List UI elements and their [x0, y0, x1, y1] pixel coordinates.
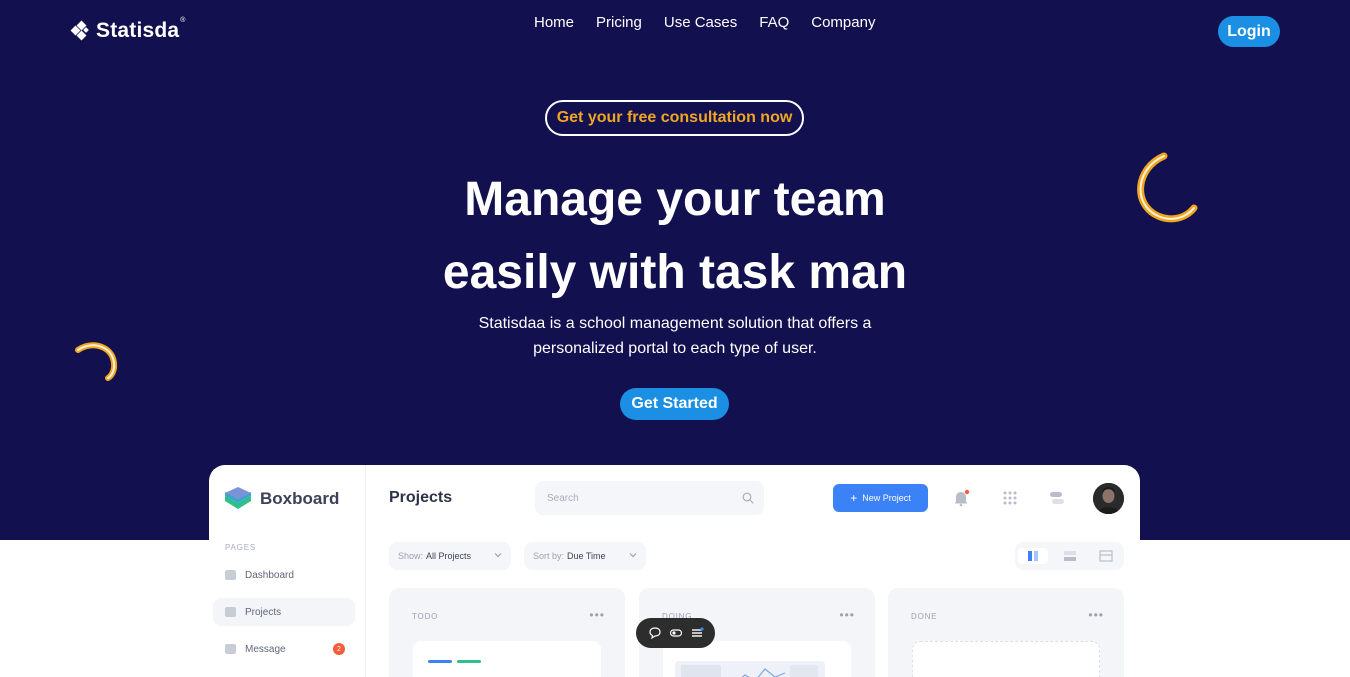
- table-view-icon: [1099, 550, 1113, 562]
- logo-diamond-icon: [70, 20, 92, 41]
- chevron-down-icon: [494, 553, 502, 558]
- search-input[interactable]: Search: [535, 481, 764, 515]
- sort-filter-value: Due Time: [567, 551, 606, 561]
- columns-view-icon: [1028, 551, 1038, 561]
- boxboard-stack-icon: [225, 487, 251, 509]
- kanban-column-todo: TODO •••: [389, 588, 625, 677]
- board-view-button[interactable]: [1018, 548, 1048, 564]
- column-title: DONE: [911, 612, 938, 621]
- view-switcher: [1015, 542, 1124, 570]
- avatar-portrait-icon: [1093, 483, 1124, 514]
- show-filter-value: All Projects: [426, 551, 472, 561]
- toggle-settings-icon[interactable]: [1048, 489, 1066, 507]
- new-project-button[interactable]: + New Project: [833, 484, 928, 512]
- rows-view-icon: [1064, 551, 1076, 561]
- boxboard-logo: Boxboard: [224, 485, 339, 513]
- pages-section-label: PAGES: [225, 543, 256, 552]
- main-nav: Home Pricing Use Cases FAQ Company: [523, 14, 886, 32]
- sidebar-item-dashboard[interactable]: Dashboard: [213, 561, 355, 589]
- empty-card-slot[interactable]: [912, 641, 1100, 677]
- sidebar-item-projects[interactable]: Projects: [213, 598, 355, 626]
- subline-line-2: personalized portal to each type of user…: [533, 340, 817, 357]
- user-avatar[interactable]: [1093, 483, 1124, 514]
- consultation-pill-button[interactable]: Get your free consultation now: [545, 100, 804, 136]
- sidebar-item-label: Message: [245, 643, 286, 655]
- card-progress-tags: [428, 660, 481, 663]
- login-button[interactable]: Login: [1218, 16, 1280, 47]
- decorative-arc-left-icon: [75, 342, 118, 381]
- kanban-column-done: DONE •••: [888, 588, 1124, 677]
- comment-icon[interactable]: [648, 626, 662, 640]
- menu-list-icon[interactable]: [690, 626, 704, 640]
- headline-line-1: Manage your team: [464, 173, 886, 226]
- card-preview-image: [675, 661, 825, 677]
- decorative-arc-right-icon: [1137, 152, 1198, 223]
- new-project-label: New Project: [862, 493, 911, 503]
- more-options-icon[interactable]: •••: [1088, 608, 1104, 622]
- dashboard-sidebar: Boxboard PAGES Dashboard Projects Messag…: [209, 465, 366, 677]
- more-options-icon[interactable]: •••: [589, 608, 605, 622]
- search-placeholder: Search: [547, 492, 579, 504]
- apps-grid-icon[interactable]: [1001, 489, 1019, 507]
- floating-toolbar: [636, 618, 715, 648]
- headline-line-2: easily with task man: [442, 246, 908, 299]
- nav-faq[interactable]: FAQ: [748, 14, 800, 32]
- brand-logo[interactable]: Statisda ®: [70, 17, 186, 43]
- sidebar-item-label: Projects: [245, 606, 282, 618]
- dashboard-icon: [225, 570, 236, 580]
- message-count-badge: 2: [333, 643, 345, 655]
- boxboard-name: Boxboard: [260, 489, 340, 508]
- column-title: TODO: [412, 612, 439, 621]
- get-started-button[interactable]: Get Started: [620, 388, 729, 420]
- task-card[interactable]: [413, 641, 601, 677]
- table-view-button[interactable]: [1091, 548, 1121, 564]
- nav-pricing[interactable]: Pricing: [585, 14, 653, 32]
- show-filter-dropdown[interactable]: Show: All Projects: [389, 542, 511, 570]
- hero-subline: Statisdaa is a school management solutio…: [425, 311, 925, 361]
- plus-icon: +: [850, 491, 858, 505]
- sidebar-item-label: Dashboard: [245, 569, 294, 581]
- page-title: Projects: [389, 489, 453, 506]
- subline-line-1: Statisdaa is a school management solutio…: [478, 315, 872, 332]
- search-icon: [742, 492, 754, 504]
- document-icon: [225, 607, 236, 617]
- show-filter-prefix: Show:: [398, 551, 424, 561]
- chevron-down-icon: [629, 553, 637, 558]
- registered-mark: ®: [180, 17, 186, 24]
- toggle-icon[interactable]: [669, 626, 683, 640]
- nav-use-cases[interactable]: Use Cases: [653, 14, 748, 32]
- sort-filter-prefix: Sort by:: [533, 551, 565, 561]
- nav-home[interactable]: Home: [523, 14, 585, 32]
- list-view-button[interactable]: [1055, 548, 1085, 564]
- hero-headline: Manage your team easily with task man: [375, 163, 975, 309]
- bell-icon[interactable]: [952, 489, 970, 507]
- message-icon: [225, 644, 236, 654]
- more-options-icon[interactable]: •••: [839, 608, 855, 622]
- sort-filter-dropdown[interactable]: Sort by: Due Time: [524, 542, 646, 570]
- brand-name: Statisda: [96, 19, 180, 42]
- nav-company[interactable]: Company: [800, 14, 886, 32]
- sidebar-item-message[interactable]: Message 2: [213, 635, 355, 663]
